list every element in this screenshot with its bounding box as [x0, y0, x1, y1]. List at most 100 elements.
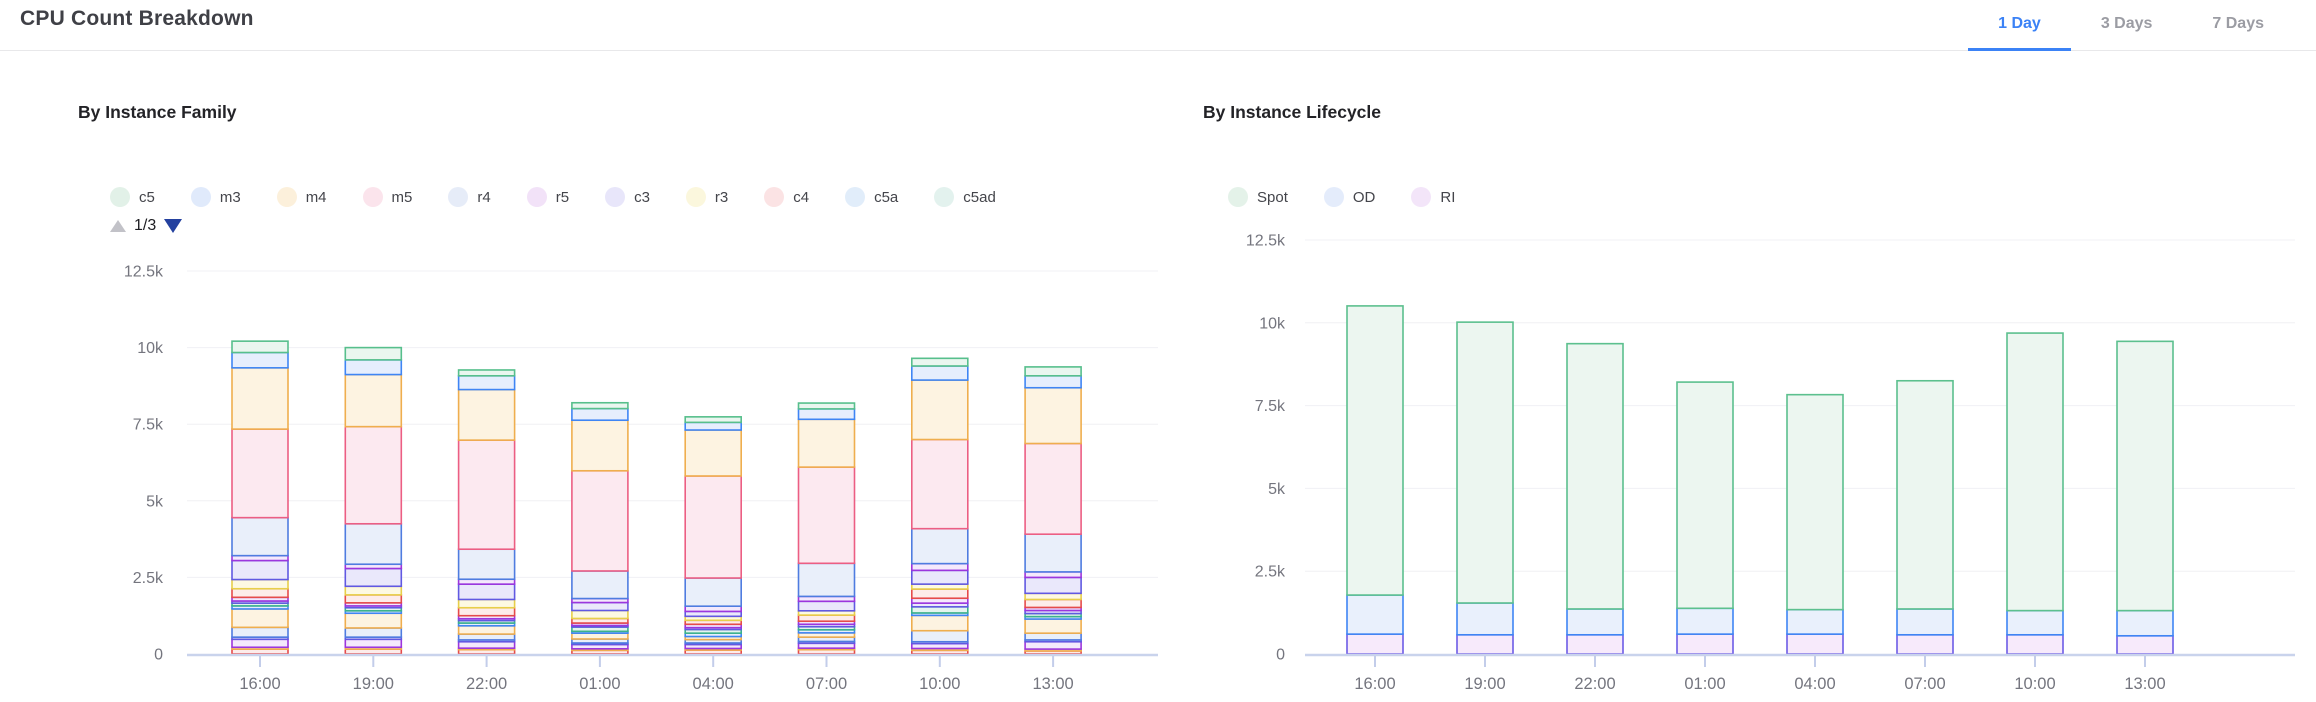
bar-segment-m4[interactable] [572, 420, 628, 471]
bar-segment-m3[interactable] [912, 366, 968, 380]
legend-page-up-icon[interactable] [110, 220, 126, 232]
bar-segment-m4[interactable] [685, 430, 741, 476]
bar-segment-r3[interactable] [1025, 593, 1081, 599]
bar-segment-Spot[interactable] [2117, 341, 2173, 610]
bar-segment-Spot[interactable] [1897, 381, 1953, 609]
bar-segment-c5[interactable] [345, 348, 401, 360]
bar-segment-m4[interactable] [799, 419, 855, 467]
bar-segment-Spot[interactable] [1677, 382, 1733, 608]
legend-page-down-icon[interactable] [164, 219, 182, 233]
bar-segment-m3[interactable] [232, 353, 288, 368]
bar-segment-c5a[interactable] [1025, 633, 1081, 640]
bar-segment-r5[interactable] [1025, 642, 1081, 649]
bar-segment-OD[interactable] [1897, 609, 1953, 635]
bar-segment-c5[interactable] [1025, 367, 1081, 376]
bar-segment-Spot[interactable] [1347, 306, 1403, 595]
bar-segment-OD[interactable] [2007, 611, 2063, 635]
bar-segment-r4[interactable] [572, 571, 628, 599]
bar-segment-other-8[interactable] [1025, 572, 1081, 578]
legend-item-spot[interactable]: Spot [1228, 187, 1288, 207]
bar-segment-m5[interactable] [572, 471, 628, 571]
bar-segment-r4[interactable] [912, 529, 968, 564]
bar-segment-c3[interactable] [232, 561, 288, 580]
legend-item-c3[interactable]: c3 [605, 187, 650, 207]
bar-segment-r5[interactable] [459, 642, 515, 648]
bar-segment-c4[interactable] [1025, 599, 1081, 607]
bar-segment-m5[interactable] [799, 467, 855, 563]
legend-item-c5a[interactable]: c5a [845, 187, 898, 207]
bar-segment-r4[interactable] [799, 563, 855, 596]
bar-segment-m5[interactable] [345, 427, 401, 524]
bar-segment-m3[interactable] [572, 409, 628, 421]
bar-segment-Spot[interactable] [2007, 333, 2063, 611]
bar-segment-RI[interactable] [1677, 634, 1733, 654]
bar-segment-r3[interactable] [459, 599, 515, 607]
bar-segment-other-4[interactable] [345, 613, 401, 628]
bar-segment-RI[interactable] [1457, 635, 1513, 654]
bar-segment-r4[interactable] [459, 549, 515, 579]
bar-segment-RI[interactable] [2117, 636, 2173, 654]
legend-item-c4[interactable]: c4 [764, 187, 809, 207]
legend-item-c5ad[interactable]: c5ad [934, 187, 996, 207]
bar-segment-c5[interactable] [459, 370, 515, 376]
legend-item-r3[interactable]: r3 [686, 187, 728, 207]
bar-segment-r3[interactable] [232, 580, 288, 589]
bar-segment-c4[interactable] [459, 608, 515, 616]
bar-segment-m4[interactable] [1025, 388, 1081, 444]
bar-segment-other-4[interactable] [912, 615, 968, 630]
bar-segment-m5[interactable] [459, 440, 515, 549]
bar-segment-other-4[interactable] [1025, 619, 1081, 633]
bar-segment-c5a[interactable] [912, 631, 968, 642]
legend-item-m5[interactable]: m5 [363, 187, 413, 207]
bar-segment-r4[interactable] [345, 524, 401, 564]
bar-segment-m4[interactable] [459, 390, 515, 441]
bar-segment-RI[interactable] [1897, 635, 1953, 654]
bar-segment-c5[interactable] [572, 403, 628, 409]
tab-3-days[interactable]: 3 Days [2071, 0, 2183, 51]
bar-segment-c3[interactable] [572, 603, 628, 611]
bar-segment-m4[interactable] [232, 368, 288, 429]
bar-segment-m3[interactable] [459, 376, 515, 390]
tab-7-days[interactable]: 7 Days [2182, 0, 2294, 51]
bar-segment-r3[interactable] [572, 610, 628, 618]
bar-segment-Spot[interactable] [1457, 322, 1513, 603]
bar-segment-c4[interactable] [799, 615, 855, 621]
bar-segment-c4[interactable] [232, 589, 288, 598]
bar-segment-m3[interactable] [345, 360, 401, 375]
bar-segment-m5[interactable] [1025, 444, 1081, 535]
bar-segment-RI[interactable] [1567, 635, 1623, 654]
bar-segment-m3[interactable] [1025, 376, 1081, 388]
legend-item-m4[interactable]: m4 [277, 187, 327, 207]
bar-segment-c5ad[interactable] [912, 607, 968, 613]
bar-segment-RI[interactable] [1347, 634, 1403, 654]
bar-segment-r4[interactable] [685, 578, 741, 606]
bar-segment-c5a[interactable] [345, 628, 401, 637]
legend-item-c5[interactable]: c5 [110, 187, 155, 207]
bar-segment-c4[interactable] [345, 595, 401, 603]
bar-segment-OD[interactable] [1567, 609, 1623, 635]
legend-item-m3[interactable]: m3 [191, 187, 241, 207]
bar-segment-RI[interactable] [2007, 635, 2063, 654]
bar-segment-Spot[interactable] [1787, 395, 1843, 610]
bar-segment-r5[interactable] [345, 639, 401, 647]
bar-segment-OD[interactable] [2117, 611, 2173, 636]
bar-segment-c5[interactable] [912, 358, 968, 366]
bar-segment-m4[interactable] [912, 380, 968, 439]
bar-segment-Spot[interactable] [1567, 344, 1623, 609]
legend-item-ri[interactable]: RI [1411, 187, 1455, 207]
stacked-bar-chart-instance-lifecycle[interactable]: 02.5k5k7.5k10k12.5k16:0019:0022:0001:000… [1195, 230, 2316, 702]
bar-segment-c5a[interactable] [232, 627, 288, 637]
legend-item-r4[interactable]: r4 [448, 187, 490, 207]
bar-segment-c3[interactable] [459, 584, 515, 599]
bar-segment-r4[interactable] [1025, 534, 1081, 572]
bar-segment-c3[interactable] [345, 569, 401, 587]
legend-item-r5[interactable]: r5 [527, 187, 569, 207]
bar-segment-r5[interactable] [232, 639, 288, 647]
bar-segment-c5[interactable] [799, 403, 855, 409]
tab-1-day[interactable]: 1 Day [1968, 0, 2071, 51]
bar-segment-m4[interactable] [345, 375, 401, 427]
bar-segment-other-4[interactable] [232, 609, 288, 627]
stacked-bar-chart-instance-family[interactable]: 02.5k5k7.5k10k12.5k16:0019:0022:0001:000… [0, 250, 1165, 702]
bar-segment-m5[interactable] [685, 476, 741, 578]
bar-segment-m3[interactable] [799, 409, 855, 419]
